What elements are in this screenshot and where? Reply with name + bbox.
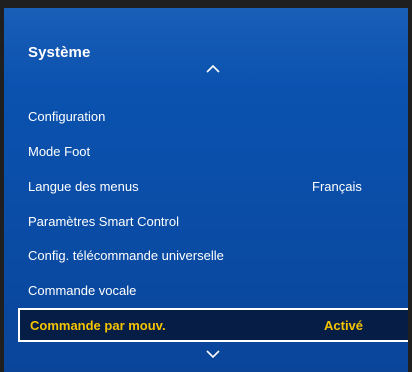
menu-item-mode-foot[interactable]: Mode Foot: [18, 137, 408, 167]
chevron-up-icon[interactable]: [206, 64, 220, 74]
menu-item-label: Commande par mouv.: [30, 318, 166, 333]
menu-item-value: Français: [312, 179, 362, 194]
menu-item-configuration[interactable]: Configuration: [18, 102, 408, 132]
system-menu-panel: Système Configuration Mode Foot Langue d…: [4, 8, 408, 372]
menu-title: Système: [28, 44, 91, 61]
menu-item-commande-par-mouv[interactable]: Commande par mouv. Activé: [18, 308, 408, 342]
menu-item-label: Langue des menus: [28, 179, 139, 194]
menu-item-label: Paramètres Smart Control: [28, 214, 179, 229]
menu-item-parametres-smart-control[interactable]: Paramètres Smart Control: [18, 207, 408, 237]
menu-item-commande-vocale[interactable]: Commande vocale: [18, 276, 408, 306]
menu-item-label: Mode Foot: [28, 144, 91, 159]
menu-item-value: Activé: [324, 318, 364, 333]
chevron-down-icon[interactable]: [206, 349, 220, 359]
menu-item-config-telecommande[interactable]: Config. télécommande universelle: [18, 241, 408, 271]
menu-item-label: Configuration: [28, 109, 106, 124]
menu-item-label: Commande vocale: [28, 283, 137, 298]
screen-frame: Système Configuration Mode Foot Langue d…: [0, 0, 412, 372]
menu-item-label: Config. télécommande universelle: [28, 248, 224, 263]
menu-item-langue-des-menus[interactable]: Langue des menus Français: [18, 172, 408, 202]
